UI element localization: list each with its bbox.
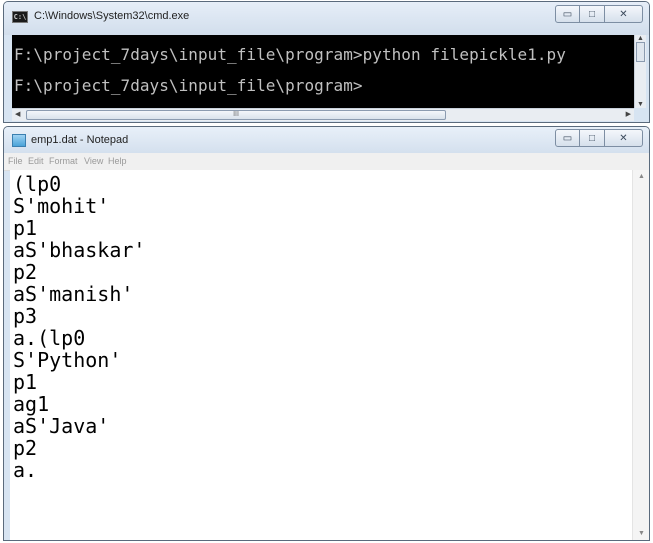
notepad-text-area[interactable]: (lp0 S'mohit' p1 aS'bhaskar' p2 aS'manis… [10,170,632,540]
text-line: p3 [13,304,38,328]
menu-view[interactable]: View [84,156,103,166]
maximize-icon: □ [588,132,596,144]
notepad-close-button[interactable]: ✕ [605,129,643,147]
text-line: aS'bhaskar' [13,238,146,262]
console-line: F:\project_7days\input_file\program> [14,76,363,95]
text-line: a. [13,458,38,482]
notepad-window: emp1.dat - Notepad ▭ □ ✕ File Edit Forma… [3,126,650,541]
menu-edit[interactable]: Edit [28,156,44,166]
text-line: p1 [13,370,38,394]
cmd-horizontal-scroll-thumb[interactable]: III [26,110,446,120]
cmd-console-output[interactable]: F:\project_7days\input_file\program>pyth… [12,35,634,108]
cmd-window: C:\ C:\Windows\System32\cmd.exe ▭ □ ✕ F:… [3,1,650,123]
menu-format[interactable]: Format [49,156,78,166]
cmd-console-icon: C:\ [12,11,28,23]
scroll-right-arrow-icon[interactable]: ▶ [626,110,631,118]
scroll-up-arrow-icon[interactable]: ▲ [637,35,644,42]
notepad-menubar: File Edit Format View Help [4,153,649,171]
text-line: a.(lp0 [13,326,86,350]
notepad-minimize-button[interactable]: ▭ [555,129,580,147]
cmd-close-button[interactable]: ✕ [605,5,643,23]
text-line: p2 [13,260,38,284]
scroll-down-arrow-icon[interactable]: ▼ [638,530,645,537]
menu-file[interactable]: File [8,156,23,166]
scroll-grip-icon: III [233,111,239,118]
close-icon: ✕ [619,8,628,20]
cmd-window-title: C:\Windows\System32\cmd.exe [34,10,190,22]
notepad-vertical-scrollbar[interactable]: ▲ ▼ [632,170,649,540]
scroll-left-arrow-icon[interactable]: ◀ [15,110,20,118]
scroll-up-arrow-icon[interactable]: ▲ [638,173,645,180]
minimize-icon: ▭ [562,132,573,144]
text-line: S'mohit' [13,194,110,218]
cmd-titlebar[interactable]: C:\ C:\Windows\System32\cmd.exe ▭ □ ✕ [4,2,649,35]
notepad-window-title: emp1.dat - Notepad [31,134,129,146]
notepad-maximize-button[interactable]: □ [580,129,605,147]
menu-help[interactable]: Help [108,156,127,166]
notepad-icon [12,134,26,147]
cmd-horizontal-scrollbar[interactable]: ◀ III ▶ [12,108,634,121]
cmd-minimize-button[interactable]: ▭ [555,5,580,23]
cmd-vertical-scrollbar[interactable]: ▲ ▼ [634,35,646,108]
text-line: ag1 [13,392,50,416]
minimize-icon: ▭ [562,8,573,20]
cmd-vertical-scroll-thumb[interactable] [636,42,645,62]
text-line: p2 [13,436,38,460]
notepad-titlebar[interactable]: emp1.dat - Notepad ▭ □ ✕ [4,127,649,153]
scroll-down-arrow-icon[interactable]: ▼ [637,101,644,108]
console-line: F:\project_7days\input_file\program>pyth… [14,45,566,64]
cmd-maximize-button[interactable]: □ [580,5,605,23]
text-line: p1 [13,216,38,240]
text-line: (lp0 [13,172,62,196]
text-line: S'Python' [13,348,122,372]
cmd-window-controls: ▭ □ ✕ [555,5,643,23]
text-line: aS'Java' [13,414,110,438]
notepad-window-controls: ▭ □ ✕ [555,129,643,147]
text-line: aS'manish' [13,282,134,306]
maximize-icon: □ [588,8,596,20]
close-icon: ✕ [619,132,628,144]
